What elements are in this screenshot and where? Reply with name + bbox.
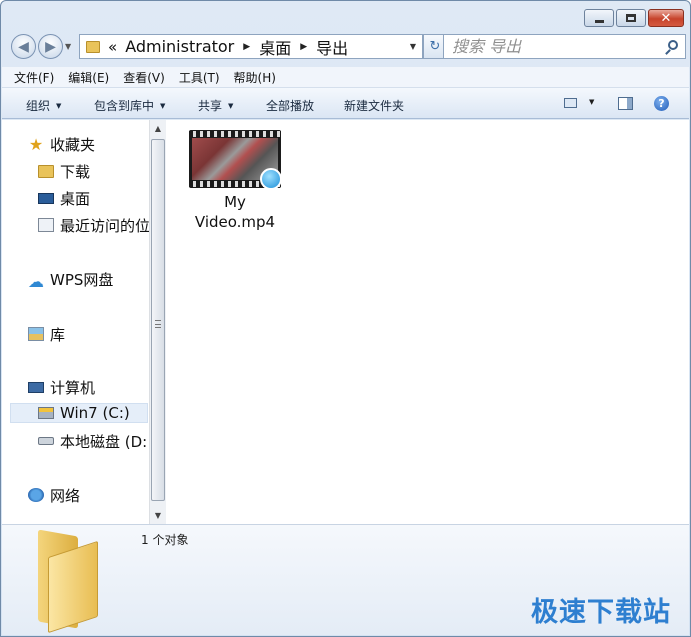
- drive-icon: [38, 437, 54, 445]
- sidebar-item-label: 网络: [50, 486, 81, 505]
- details-pane: 1 个对象 极速下载站: [2, 524, 689, 635]
- explorer-window: ✕ ◀ ▶ ▼ « Administrator ▶ 桌面 ▶ 导出 ▼ ↻ 文件…: [0, 0, 691, 637]
- minimize-button[interactable]: [584, 9, 614, 27]
- view-dropdown-icon[interactable]: ▼: [589, 98, 594, 106]
- file-item[interactable]: My Video.mp4: [186, 130, 284, 232]
- sidebar-item-drive-c[interactable]: Win7 (C:): [10, 403, 148, 423]
- arrow-right-icon: ▶: [45, 38, 56, 55]
- search-input[interactable]: [452, 35, 662, 58]
- sidebar-item-label: 收藏夹: [50, 135, 96, 154]
- cloud-icon: ☁: [28, 272, 44, 291]
- address-bar[interactable]: « Administrator ▶ 桌面 ▶ 导出 ▼: [79, 34, 423, 59]
- sidebar-item-label: Win7 (C:): [60, 404, 130, 422]
- preview-pane-icon[interactable]: [618, 97, 633, 110]
- sidebar-item-computer[interactable]: 计算机: [28, 377, 95, 397]
- back-button[interactable]: ◀: [11, 34, 36, 59]
- change-view-icon[interactable]: [564, 98, 577, 108]
- forward-button[interactable]: ▶: [38, 34, 63, 59]
- folder-icon: [86, 40, 100, 53]
- menu-help[interactable]: 帮助(H): [234, 69, 276, 86]
- help-icon[interactable]: ?: [654, 96, 669, 111]
- library-icon: [28, 327, 44, 341]
- desktop-icon: [38, 192, 54, 204]
- search-box[interactable]: [443, 34, 686, 59]
- arrow-left-icon: ◀: [18, 38, 29, 55]
- organize-label: 组织: [26, 99, 51, 113]
- search-icon[interactable]: [668, 40, 678, 50]
- share-button[interactable]: 共享 ▼: [198, 97, 233, 114]
- menu-tools[interactable]: 工具(T): [179, 69, 220, 86]
- sidebar-item-label: 本地磁盘 (D:: [60, 432, 148, 451]
- sidebar-item-network[interactable]: 网络: [28, 485, 80, 505]
- network-icon: [28, 488, 44, 502]
- chevron-down-icon: ▼: [56, 102, 62, 110]
- scroll-up-icon[interactable]: ▲: [150, 120, 166, 137]
- recent-places-icon: [38, 218, 54, 232]
- maximize-button[interactable]: [616, 9, 646, 27]
- sidebar-item-label: 计算机: [50, 378, 96, 397]
- sidebar-item-label: 下载: [60, 162, 91, 181]
- grip-icon: [155, 320, 161, 328]
- sidebar-item-label: 最近访问的位: [60, 216, 150, 235]
- command-bar: 组织 ▼ 包含到库中 ▼ 共享 ▼ 全部播放 新建文件夹 ▼ ?: [2, 88, 689, 119]
- navigation-pane: ★ 收藏夹 下载 桌面 最近访问的位 ☁ WPS网盘 库 计算机 Win7 (C…: [2, 120, 150, 524]
- folder-icon: [38, 164, 54, 178]
- breadcrumb-separator-icon[interactable]: ▶: [243, 42, 250, 52]
- caption-buttons: ✕: [584, 9, 684, 27]
- recent-pages-dropdown[interactable]: ▼: [65, 42, 71, 51]
- new-folder-button[interactable]: 新建文件夹: [344, 97, 404, 114]
- breadcrumb: « Administrator ▶ 桌面 ▶ 导出: [108, 35, 348, 59]
- scroll-down-icon[interactable]: ▼: [150, 507, 166, 524]
- refresh-icon: ↻: [429, 39, 441, 54]
- folder-icon: [34, 529, 102, 634]
- sidebar-item-label: WPS网盘: [50, 270, 114, 289]
- breadcrumb-separator-icon[interactable]: ▶: [300, 42, 307, 52]
- sidebar-item-label: 库: [50, 325, 66, 344]
- film-strip: [189, 131, 281, 137]
- breadcrumb-overflow[interactable]: «: [108, 38, 117, 56]
- player-badge-icon: [260, 168, 282, 190]
- organize-button[interactable]: 组织 ▼: [26, 97, 61, 114]
- include-in-library-label: 包含到库中: [94, 99, 155, 113]
- sidebar-item-drive-d[interactable]: 本地磁盘 (D:: [38, 431, 147, 451]
- sidebar-item-recent-places[interactable]: 最近访问的位: [38, 215, 150, 235]
- sidebar-item-wps-cloud[interactable]: ☁ WPS网盘: [28, 269, 114, 292]
- close-icon: ✕: [660, 10, 672, 26]
- play-all-button[interactable]: 全部播放: [266, 97, 314, 114]
- scrollbar-thumb[interactable]: [151, 139, 165, 501]
- sidebar-item-downloads[interactable]: 下载: [38, 161, 90, 181]
- star-icon: ★: [28, 134, 44, 154]
- item-count: 1 个对象: [141, 533, 189, 547]
- navigation-bar: ◀ ▶ ▼ « Administrator ▶ 桌面 ▶ 导出 ▼ ↻: [9, 33, 686, 61]
- drive-c-icon: [38, 407, 54, 419]
- file-list: My Video.mp4: [166, 120, 689, 524]
- watermark: 极速下载站: [531, 597, 671, 628]
- sidebar-item-desktop[interactable]: 桌面: [38, 188, 90, 208]
- chevron-down-icon: ▼: [160, 102, 166, 110]
- minimize-icon: [594, 19, 604, 23]
- navigation-pane-scrollbar[interactable]: ▲ ▼: [149, 120, 166, 524]
- include-in-library-button[interactable]: 包含到库中 ▼: [94, 97, 165, 114]
- maximize-icon: [626, 14, 636, 22]
- menu-bar: 文件(F) 编辑(E) 查看(V) 工具(T) 帮助(H): [2, 67, 689, 88]
- sidebar-item-libraries[interactable]: 库: [28, 324, 65, 344]
- breadcrumb-item[interactable]: 桌面: [259, 35, 291, 59]
- breadcrumb-item[interactable]: Administrator: [125, 37, 234, 56]
- address-dropdown-icon[interactable]: ▼: [410, 42, 416, 51]
- file-name: My Video.mp4: [194, 193, 276, 231]
- close-button[interactable]: ✕: [648, 9, 684, 27]
- share-label: 共享: [198, 99, 223, 113]
- menu-view[interactable]: 查看(V): [123, 69, 165, 86]
- computer-icon: [28, 381, 44, 393]
- sidebar-item-favorites[interactable]: ★ 收藏夹: [28, 134, 95, 154]
- menu-edit[interactable]: 编辑(E): [68, 69, 109, 86]
- folder-front: [48, 540, 98, 634]
- sidebar-item-label: 桌面: [60, 189, 91, 208]
- breadcrumb-item[interactable]: 导出: [316, 35, 348, 59]
- menu-file[interactable]: 文件(F): [14, 69, 54, 86]
- chevron-down-icon: ▼: [228, 102, 234, 110]
